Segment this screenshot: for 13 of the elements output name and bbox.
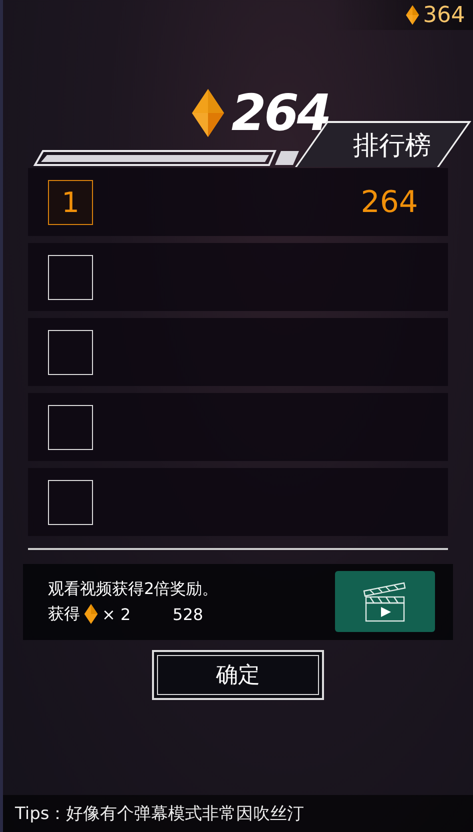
diamond-icon [84, 604, 98, 624]
rank-box: 1 [48, 180, 93, 224]
multiplier-text: × 2 [102, 604, 131, 624]
watch-video-button[interactable] [335, 571, 435, 632]
reward-total: 528 [172, 604, 204, 624]
coin-count: 364 [423, 2, 465, 28]
row-score: 264 [360, 184, 418, 220]
confirm-button[interactable]: 确定 [152, 650, 324, 700]
diamond-icon [406, 5, 419, 25]
tips-text: Tips：好像有个弹幕模式非常因吹丝汀 [3, 795, 473, 832]
diamond-icon [191, 89, 226, 137]
gain-label: 获得 [48, 604, 80, 624]
reward-text: 观看视频获得2倍奖励。 [48, 578, 218, 600]
